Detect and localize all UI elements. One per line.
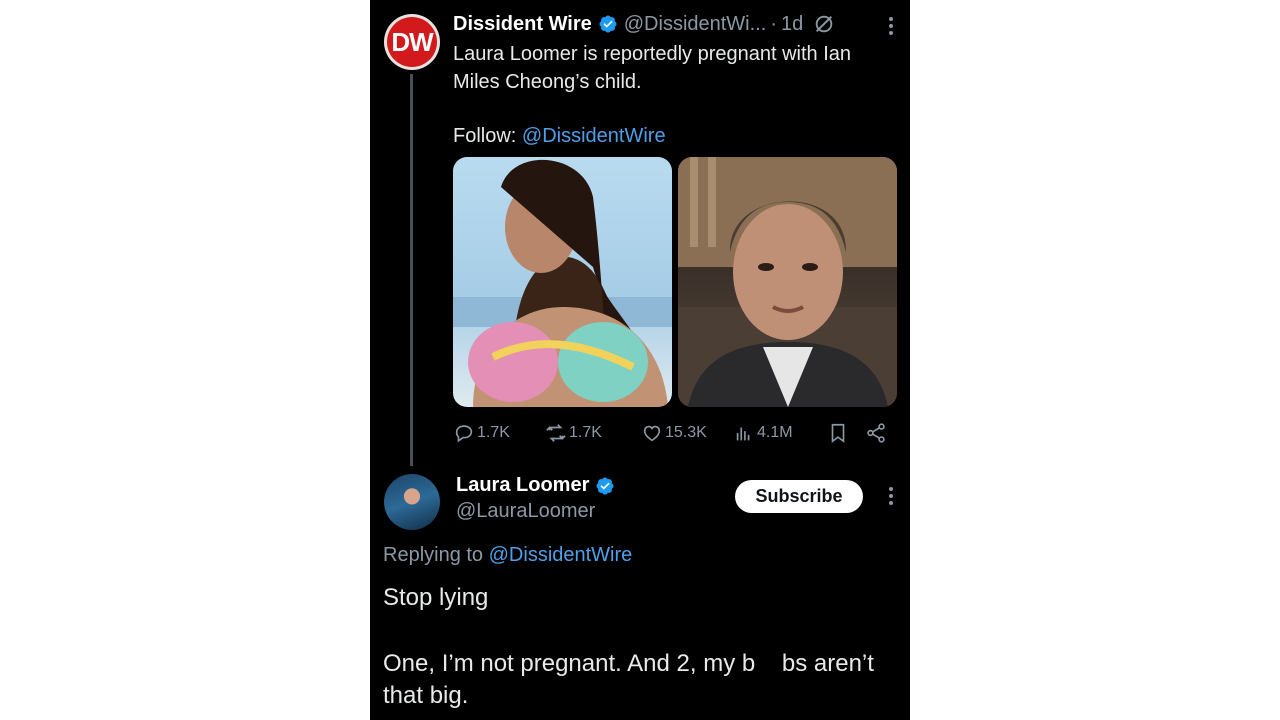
grok-icon[interactable] (813, 13, 835, 35)
bookmark-icon (831, 423, 845, 443)
views-chart-icon (736, 427, 750, 441)
replying-prefix: Replying to (383, 544, 489, 566)
reply-author-name[interactable]: Laura Loomer (456, 474, 589, 497)
avatar-logo-text: DW (387, 17, 437, 67)
tweet-author-handle[interactable]: @DissidentWi... (624, 13, 767, 36)
reply-more-options-icon[interactable] (888, 484, 894, 506)
tweet-follow-line: Follow: @DissidentWire (453, 122, 666, 150)
verified-badge-icon (599, 15, 617, 33)
like-action[interactable]: 15.3K (641, 422, 733, 444)
photo-illustration (678, 157, 897, 407)
thread-connector-line (410, 74, 413, 466)
bookmark-action[interactable] (827, 422, 865, 444)
tweet-thread-view: DW Dissident Wire @DissidentWi... · 1d L… (370, 0, 910, 720)
subscribe-button[interactable]: Subscribe (735, 480, 863, 513)
tweet-more-options-icon[interactable] (888, 14, 894, 36)
verified-badge-icon (596, 476, 614, 495)
repost-action[interactable]: 1.7K (545, 422, 641, 444)
repost-icon (546, 424, 566, 442)
tweet-text-line: Miles Cheong’s child. (453, 71, 642, 93)
heart-icon (643, 425, 661, 442)
reply-author-row: Laura Loomer (456, 474, 621, 497)
views-count: 4.1M (757, 424, 793, 441)
dissident-wire-avatar[interactable]: DW (384, 14, 440, 70)
tweet-text: Laura Loomer is reportedly pregnant with… (453, 40, 893, 96)
reply-count: 1.7K (477, 424, 510, 441)
tweet-text-line: Laura Loomer is reportedly pregnant with… (453, 43, 852, 65)
reply-text-line: Stop lying (383, 584, 489, 611)
tweet-timestamp[interactable]: 1d (781, 13, 803, 36)
laura-loomer-avatar[interactable] (384, 474, 440, 530)
media-photo-man[interactable] (678, 157, 897, 407)
tweet-time-separator: · (770, 12, 777, 35)
photo-illustration (453, 159, 672, 407)
tweet-media-grid (453, 157, 897, 407)
share-icon (867, 423, 885, 443)
tweet-author-name[interactable]: Dissident Wire (453, 13, 592, 36)
share-action[interactable] (865, 422, 895, 444)
reply-author-handle[interactable]: @LauraLoomer (456, 500, 595, 523)
tweet-header: Dissident Wire @DissidentWi... · 1d (453, 10, 903, 38)
reply-action[interactable]: 1.7K (453, 422, 545, 444)
replying-mention-link[interactable]: @DissidentWire (489, 544, 633, 566)
follow-prefix: Follow: (453, 125, 522, 147)
tweet-action-bar: 1.7K 1.7K 15.3K 4.1M (453, 420, 897, 446)
replying-to-line: Replying to @DissidentWire (383, 544, 632, 567)
follow-mention-link[interactable]: @DissidentWire (522, 125, 666, 147)
like-count: 15.3K (665, 424, 707, 441)
media-photo-woman[interactable] (453, 157, 672, 407)
repost-count: 1.7K (569, 424, 602, 441)
views-action[interactable]: 4.1M (733, 422, 827, 444)
reply-text-line: One, I’m not pregnant. And 2, my b bs ar… (383, 650, 881, 709)
reply-icon (455, 425, 473, 443)
